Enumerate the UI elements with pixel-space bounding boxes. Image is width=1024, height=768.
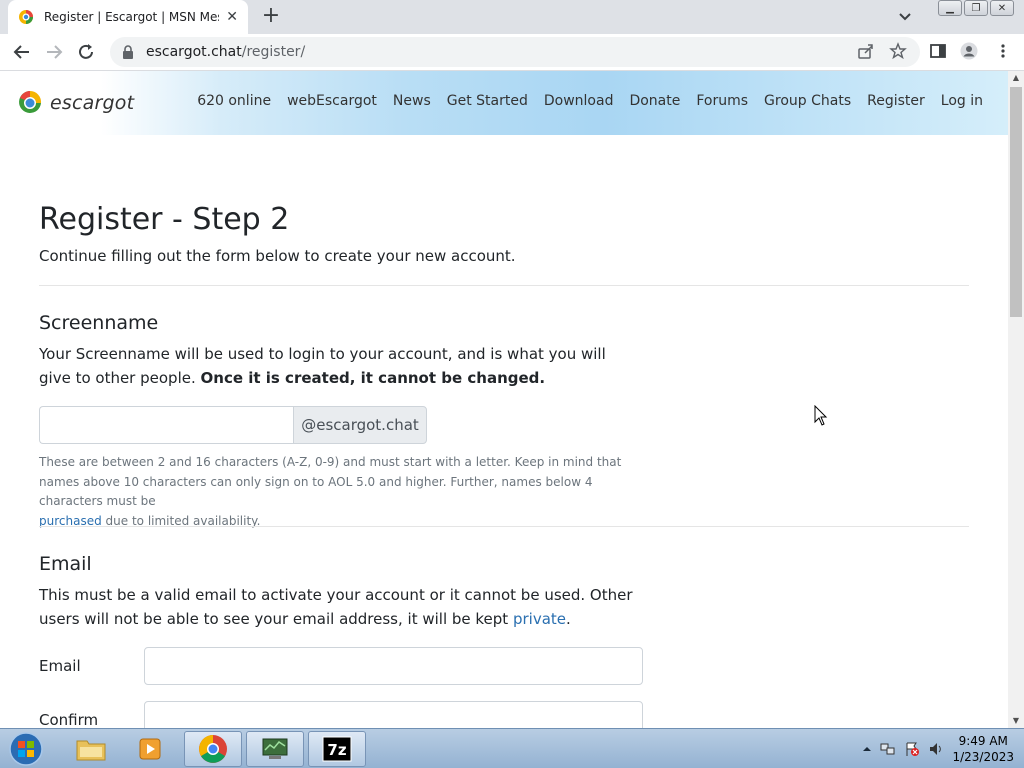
menu-kebab-icon[interactable] (994, 42, 1012, 60)
logo-text: escargot (50, 92, 135, 114)
url-host: escargot.chat (146, 44, 242, 60)
system-tray: 9:49 AM 1/23/2023 (862, 733, 1014, 765)
screenname-desc-bold: Once it is created, it cannot be changed… (200, 369, 546, 387)
svg-text:7z: 7z (327, 741, 346, 759)
private-link[interactable]: private (513, 610, 566, 628)
screenname-help-text: These are between 2 and 16 characters (A… (39, 453, 639, 531)
browser-toolbar: escargot.chat/register/ (0, 34, 1024, 71)
taskbar-chrome[interactable] (184, 731, 242, 767)
media-player-icon (139, 738, 161, 760)
tab-title: Register | Escargot | MSN Messe (44, 10, 219, 24)
screenname-domain-suffix: @escargot.chat (293, 406, 427, 444)
browser-tab[interactable]: Register | Escargot | MSN Messe ✕ (8, 0, 248, 34)
email-desc-post: . (566, 610, 571, 628)
side-panel-icon[interactable] (929, 42, 947, 60)
action-center-flag-icon[interactable] (904, 741, 920, 757)
bookmark-star-icon[interactable] (889, 42, 907, 60)
email-heading: Email (39, 553, 92, 575)
site-header: escargot 620 online webEscargot News Get… (0, 71, 1008, 135)
confirm-email-field[interactable] (144, 701, 643, 728)
close-window-button[interactable]: ✕ (990, 0, 1014, 16)
forward-arrow-icon[interactable] (44, 42, 64, 62)
nav-online-count[interactable]: 620 online (197, 93, 271, 109)
nav-get-started[interactable]: Get Started (447, 93, 528, 109)
system-clock[interactable]: 9:49 AM 1/23/2023 (952, 733, 1014, 765)
url-path: /register/ (241, 44, 306, 60)
taskbar-explorer[interactable] (62, 731, 120, 767)
nav-webescargot[interactable]: webEscargot (287, 93, 377, 109)
chrome-icon (199, 735, 227, 763)
web-page: escargot 620 online webEscargot News Get… (0, 71, 1008, 728)
screenname-heading: Screenname (39, 312, 159, 334)
windows-start-icon[interactable] (6, 731, 46, 767)
screenname-input-group: @escargot.chat (39, 406, 427, 444)
screenname-description: Your Screenname will be used to login to… (39, 342, 639, 390)
nav-download[interactable]: Download (544, 93, 614, 109)
scroll-down-arrow-icon[interactable]: ▼ (1008, 714, 1024, 728)
taskbar-media-player[interactable] (122, 731, 180, 767)
taskbar-7zip[interactable]: 7z (308, 731, 366, 767)
escargot-favicon-icon (19, 10, 33, 24)
taskbar-network-app[interactable] (246, 731, 304, 767)
window-controls: ▁ ❐ ✕ (938, 0, 1014, 16)
site-nav: 620 online webEscargot News Get Started … (197, 93, 983, 109)
site-logo[interactable]: escargot (18, 89, 134, 117)
clock-date: 1/23/2023 (952, 750, 1014, 764)
restore-button[interactable]: ❐ (964, 0, 988, 16)
tab-close-icon[interactable]: ✕ (226, 9, 238, 25)
folder-icon (76, 740, 106, 761)
clock-time: 9:49 AM (958, 734, 1008, 748)
profile-avatar-icon[interactable] (960, 42, 978, 60)
email-field[interactable] (144, 647, 643, 685)
volume-icon[interactable] (928, 741, 944, 757)
network-monitor-icon (262, 738, 288, 759)
lock-icon[interactable] (122, 45, 134, 59)
tab-strip: Register | Escargot | MSN Messe ✕ + ▁ ❐ … (0, 0, 1024, 34)
nav-forums[interactable]: Forums (696, 93, 748, 109)
nav-news[interactable]: News (393, 93, 431, 109)
escargot-logo-icon (19, 90, 42, 113)
7zip-icon: 7z (322, 736, 352, 762)
nav-log-in[interactable]: Log in (941, 93, 983, 109)
network-icon[interactable] (880, 741, 896, 757)
email-description: This must be a valid email to activate y… (39, 583, 649, 631)
back-arrow-icon[interactable] (12, 42, 32, 62)
divider (39, 285, 969, 286)
windows-taskbar: 7z 9:49 AM 1/23/2023 (0, 728, 1024, 768)
screenname-help-pre: These are between 2 and 16 characters (A… (39, 455, 622, 508)
confirm-email-label: Confirm (39, 711, 99, 728)
nav-group-chats[interactable]: Group Chats (764, 93, 851, 109)
new-tab-icon[interactable]: + (259, 4, 283, 28)
page-lead: Continue filling out the form below to c… (39, 247, 516, 265)
nav-register[interactable]: Register (867, 93, 925, 109)
show-hidden-icons-icon[interactable] (862, 744, 872, 754)
tab-search-chevron-icon[interactable] (896, 8, 914, 26)
scrollbar-thumb[interactable] (1010, 87, 1022, 317)
address-bar[interactable]: escargot.chat/register/ (110, 37, 920, 67)
page-scrollbar[interactable]: ▲ ▼ (1008, 71, 1024, 728)
page-title: Register - Step 2 (39, 202, 290, 237)
url-text: escargot.chat/register/ (146, 44, 305, 60)
screenname-input[interactable] (39, 406, 293, 444)
scroll-up-arrow-icon[interactable]: ▲ (1008, 71, 1024, 85)
divider (39, 526, 969, 527)
screen: Register | Escargot | MSN Messe ✕ + ▁ ❐ … (0, 0, 1024, 768)
nav-donate[interactable]: Donate (629, 93, 680, 109)
email-label: Email (39, 657, 81, 675)
minimize-button[interactable]: ▁ (938, 0, 962, 16)
mouse-cursor-icon (814, 405, 828, 426)
reload-icon[interactable] (76, 42, 96, 62)
share-icon[interactable] (857, 42, 875, 60)
